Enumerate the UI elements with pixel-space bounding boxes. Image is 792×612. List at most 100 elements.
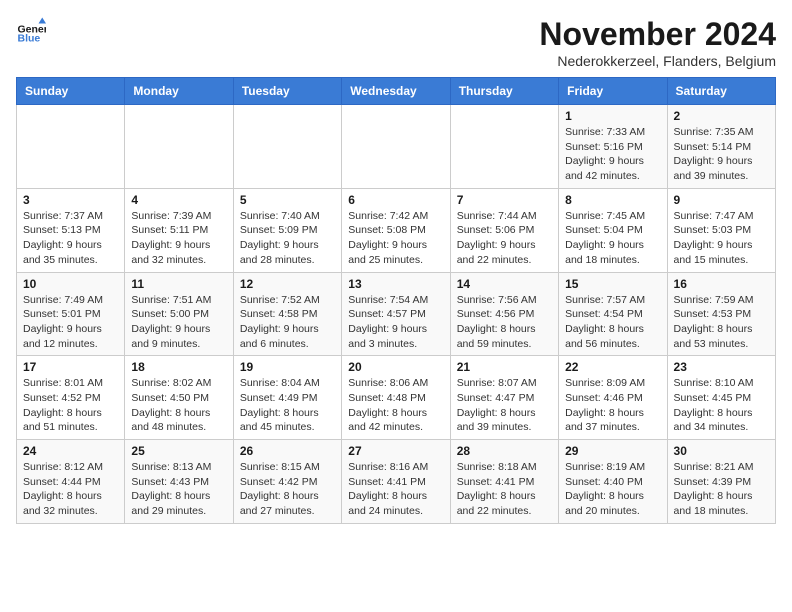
day-info: Sunrise: 7:40 AM Sunset: 5:09 PM Dayligh… [240, 209, 335, 268]
day-number: 1 [565, 109, 660, 123]
day-number: 21 [457, 360, 552, 374]
day-info: Sunrise: 7:44 AM Sunset: 5:06 PM Dayligh… [457, 209, 552, 268]
day-number: 28 [457, 444, 552, 458]
day-info: Sunrise: 7:45 AM Sunset: 5:04 PM Dayligh… [565, 209, 660, 268]
day-info: Sunrise: 7:33 AM Sunset: 5:16 PM Dayligh… [565, 125, 660, 184]
day-number: 8 [565, 193, 660, 207]
calendar-cell: 8 Sunrise: 7:45 AM Sunset: 5:04 PM Daylig… [559, 188, 667, 272]
day-info: Sunrise: 8:13 AM Sunset: 4:43 PM Dayligh… [131, 460, 226, 519]
day-number: 30 [674, 444, 769, 458]
day-number: 27 [348, 444, 443, 458]
calendar-cell [342, 105, 450, 189]
day-number: 7 [457, 193, 552, 207]
day-info: Sunrise: 8:16 AM Sunset: 4:41 PM Dayligh… [348, 460, 443, 519]
day-info: Sunrise: 7:39 AM Sunset: 5:11 PM Dayligh… [131, 209, 226, 268]
day-info: Sunrise: 8:01 AM Sunset: 4:52 PM Dayligh… [23, 376, 118, 435]
day-number: 4 [131, 193, 226, 207]
calendar-cell: 30 Sunrise: 8:21 AM Sunset: 4:39 PM Dayli… [667, 440, 775, 524]
calendar-cell: 7 Sunrise: 7:44 AM Sunset: 5:06 PM Daylig… [450, 188, 558, 272]
day-info: Sunrise: 8:12 AM Sunset: 4:44 PM Dayligh… [23, 460, 118, 519]
day-number: 20 [348, 360, 443, 374]
calendar-cell: 21 Sunrise: 8:07 AM Sunset: 4:47 PM Dayli… [450, 356, 558, 440]
location-subtitle: Nederokkerzeel, Flanders, Belgium [539, 53, 776, 69]
logo: General Blue [16, 16, 46, 46]
day-info: Sunrise: 7:54 AM Sunset: 4:57 PM Dayligh… [348, 293, 443, 352]
day-info: Sunrise: 7:51 AM Sunset: 5:00 PM Dayligh… [131, 293, 226, 352]
svg-text:Blue: Blue [18, 33, 41, 45]
logo-icon: General Blue [16, 16, 46, 46]
day-number: 18 [131, 360, 226, 374]
calendar-week-row: 1 Sunrise: 7:33 AM Sunset: 5:16 PM Daylig… [17, 105, 776, 189]
day-info: Sunrise: 8:19 AM Sunset: 4:40 PM Dayligh… [565, 460, 660, 519]
day-info: Sunrise: 7:59 AM Sunset: 4:53 PM Dayligh… [674, 293, 769, 352]
day-number: 13 [348, 277, 443, 291]
day-number: 29 [565, 444, 660, 458]
day-info: Sunrise: 8:07 AM Sunset: 4:47 PM Dayligh… [457, 376, 552, 435]
calendar-week-row: 24 Sunrise: 8:12 AM Sunset: 4:44 PM Dayli… [17, 440, 776, 524]
calendar-week-row: 3 Sunrise: 7:37 AM Sunset: 5:13 PM Daylig… [17, 188, 776, 272]
calendar-cell: 9 Sunrise: 7:47 AM Sunset: 5:03 PM Daylig… [667, 188, 775, 272]
calendar-cell [125, 105, 233, 189]
weekday-header-row: SundayMondayTuesdayWednesdayThursdayFrid… [17, 78, 776, 105]
day-number: 14 [457, 277, 552, 291]
calendar-cell [450, 105, 558, 189]
calendar-week-row: 10Sunrise: 7:49 AM Sunset: 5:01 PM Dayli… [17, 272, 776, 356]
month-year-title: November 2024 [539, 16, 776, 53]
day-number: 2 [674, 109, 769, 123]
day-info: Sunrise: 7:35 AM Sunset: 5:14 PM Dayligh… [674, 125, 769, 184]
day-info: Sunrise: 7:47 AM Sunset: 5:03 PM Dayligh… [674, 209, 769, 268]
calendar-cell: 29 Sunrise: 8:19 AM Sunset: 4:40 PM Dayli… [559, 440, 667, 524]
day-info: Sunrise: 7:57 AM Sunset: 4:54 PM Dayligh… [565, 293, 660, 352]
calendar-cell: 23Sunrise: 8:10 AM Sunset: 4:45 PM Dayli… [667, 356, 775, 440]
day-number: 5 [240, 193, 335, 207]
day-number: 15 [565, 277, 660, 291]
page-header: General Blue November 2024 Nederokkerzee… [16, 16, 776, 69]
calendar-cell: 25 Sunrise: 8:13 AM Sunset: 4:43 PM Dayli… [125, 440, 233, 524]
calendar-cell: 12 Sunrise: 7:52 AM Sunset: 4:58 PM Dayli… [233, 272, 341, 356]
weekday-header-tuesday: Tuesday [233, 78, 341, 105]
day-number: 11 [131, 277, 226, 291]
calendar-cell: 10Sunrise: 7:49 AM Sunset: 5:01 PM Dayli… [17, 272, 125, 356]
calendar-header: SundayMondayTuesdayWednesdayThursdayFrid… [17, 78, 776, 105]
title-area: November 2024 Nederokkerzeel, Flanders, … [539, 16, 776, 69]
calendar-cell: 24 Sunrise: 8:12 AM Sunset: 4:44 PM Dayli… [17, 440, 125, 524]
day-info: Sunrise: 8:02 AM Sunset: 4:50 PM Dayligh… [131, 376, 226, 435]
day-info: Sunrise: 7:56 AM Sunset: 4:56 PM Dayligh… [457, 293, 552, 352]
day-number: 12 [240, 277, 335, 291]
calendar-cell: 4 Sunrise: 7:39 AM Sunset: 5:11 PM Daylig… [125, 188, 233, 272]
calendar-cell: 27 Sunrise: 8:16 AM Sunset: 4:41 PM Dayli… [342, 440, 450, 524]
calendar-cell: 14 Sunrise: 7:56 AM Sunset: 4:56 PM Dayli… [450, 272, 558, 356]
day-number: 22 [565, 360, 660, 374]
calendar-week-row: 17 Sunrise: 8:01 AM Sunset: 4:52 PM Dayli… [17, 356, 776, 440]
day-number: 3 [23, 193, 118, 207]
calendar-cell: 26Sunrise: 8:15 AM Sunset: 4:42 PM Dayli… [233, 440, 341, 524]
day-info: Sunrise: 8:21 AM Sunset: 4:39 PM Dayligh… [674, 460, 769, 519]
calendar-body: 1 Sunrise: 7:33 AM Sunset: 5:16 PM Daylig… [17, 105, 776, 524]
calendar-cell: 3 Sunrise: 7:37 AM Sunset: 5:13 PM Daylig… [17, 188, 125, 272]
day-info: Sunrise: 8:09 AM Sunset: 4:46 PM Dayligh… [565, 376, 660, 435]
day-info: Sunrise: 7:49 AM Sunset: 5:01 PM Dayligh… [23, 293, 118, 352]
calendar-cell: 2 Sunrise: 7:35 AM Sunset: 5:14 PM Daylig… [667, 105, 775, 189]
calendar-table: SundayMondayTuesdayWednesdayThursdayFrid… [16, 77, 776, 524]
weekday-header-wednesday: Wednesday [342, 78, 450, 105]
day-number: 17 [23, 360, 118, 374]
day-info: Sunrise: 7:37 AM Sunset: 5:13 PM Dayligh… [23, 209, 118, 268]
day-info: Sunrise: 8:15 AM Sunset: 4:42 PM Dayligh… [240, 460, 335, 519]
day-info: Sunrise: 7:42 AM Sunset: 5:08 PM Dayligh… [348, 209, 443, 268]
day-number: 25 [131, 444, 226, 458]
weekday-header-saturday: Saturday [667, 78, 775, 105]
calendar-cell: 15 Sunrise: 7:57 AM Sunset: 4:54 PM Dayli… [559, 272, 667, 356]
calendar-cell: 16Sunrise: 7:59 AM Sunset: 4:53 PM Dayli… [667, 272, 775, 356]
calendar-cell: 19Sunrise: 8:04 AM Sunset: 4:49 PM Dayli… [233, 356, 341, 440]
calendar-cell [17, 105, 125, 189]
day-info: Sunrise: 7:52 AM Sunset: 4:58 PM Dayligh… [240, 293, 335, 352]
weekday-header-friday: Friday [559, 78, 667, 105]
weekday-header-thursday: Thursday [450, 78, 558, 105]
calendar-cell: 20Sunrise: 8:06 AM Sunset: 4:48 PM Dayli… [342, 356, 450, 440]
day-number: 23 [674, 360, 769, 374]
day-number: 24 [23, 444, 118, 458]
weekday-header-sunday: Sunday [17, 78, 125, 105]
day-number: 19 [240, 360, 335, 374]
calendar-cell: 17 Sunrise: 8:01 AM Sunset: 4:52 PM Dayli… [17, 356, 125, 440]
day-number: 9 [674, 193, 769, 207]
